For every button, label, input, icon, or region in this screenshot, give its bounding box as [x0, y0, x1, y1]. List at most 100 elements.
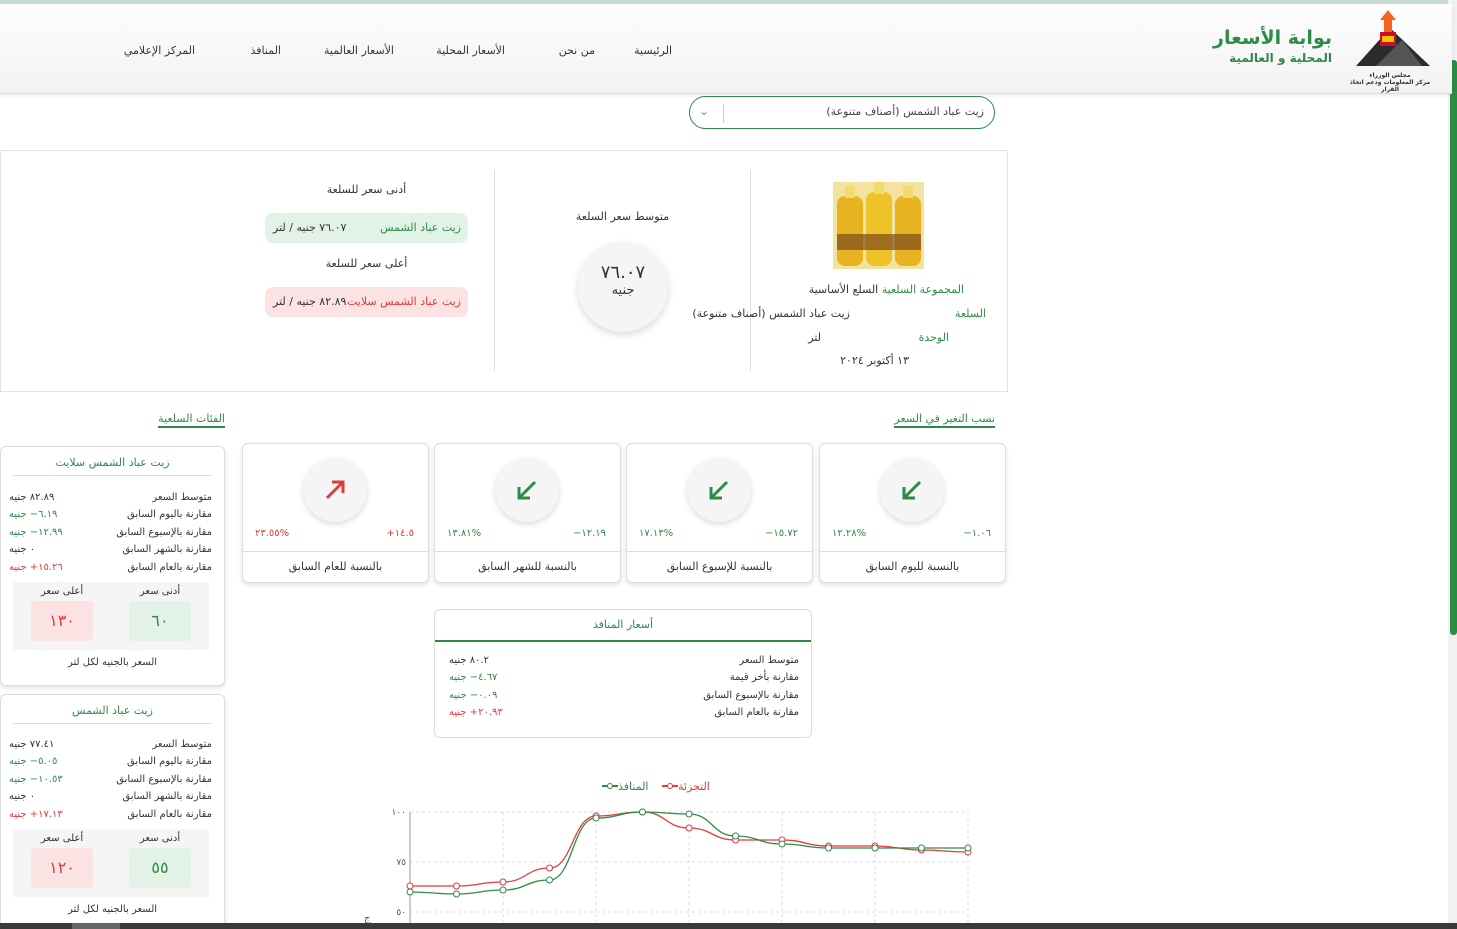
avg-price-value: ٧٦.٠٧ — [600, 262, 646, 283]
stat-row: مقارنة بالإسبوع السابق ١٢.٩٩− جنيه — [9, 527, 212, 538]
stat-row: مقارنة بالعام السابق ١٥.٢٦+ جنيه — [9, 562, 212, 573]
min-price-value: ٦٠ — [129, 601, 191, 641]
stat-row: مقارنة بالإسبوع السابق ١٠.٥٣− جنيه — [9, 774, 212, 785]
data-point — [964, 844, 972, 852]
y-tick-label: ٧٥ — [396, 858, 406, 868]
change-label: بالنسبة لليوم السابق — [865, 560, 960, 573]
change-label: بالنسبة للعام السابق — [288, 560, 383, 573]
data-point — [825, 844, 832, 852]
nav-local-prices[interactable]: الأسعار المحلية — [436, 44, 505, 57]
change-card-week: ١٥.٧٢− %١٧.١٣ بالنسبة للإسبوع السابق — [626, 443, 813, 583]
category-title: زيت عباد الشمس سلايت — [55, 456, 170, 469]
change-percent: %١٧.١٣ — [639, 528, 674, 539]
site-header: الرئيسية من نحن الأسعار المحلية الأسعار … — [0, 4, 1452, 94]
max-price-value: ١٣٠ — [31, 601, 93, 641]
commodity-select-value: زيت عباد الشمس (أصناف متنوعة) — [826, 105, 984, 118]
change-card-day: ١.٠٦− %١٢.٢٨ بالنسبة لليوم السابق — [819, 443, 1006, 583]
taskbar-tab[interactable] — [72, 923, 120, 929]
change-card-year: ١٤.٥+ %٢٣.٥٥ بالنسبة للعام السابق — [242, 443, 429, 583]
stat-row: مقارنة بالعام السابق ٢٠.٩٣+ جنيه — [449, 707, 799, 718]
change-rates-link[interactable]: نسب التغير في السعر — [894, 412, 995, 428]
data-point — [639, 808, 646, 816]
title-divider — [435, 640, 811, 642]
change-label: بالنسبة للإسبوع السابق — [666, 560, 773, 573]
nav-outlets[interactable]: المنافذ — [251, 44, 281, 57]
change-value: ١٢.١٩− — [572, 528, 606, 539]
data-point — [453, 882, 460, 890]
stat-row: مقارنة باليوم السابق ٦.١٩− جنيه — [9, 509, 212, 520]
card-divider — [627, 551, 812, 552]
summary-divider — [494, 170, 495, 372]
arrow-up-right-icon — [303, 458, 367, 522]
stat-row: مقارنة بالإسبوع السابق ٠.٠٩− جنيه — [449, 690, 799, 701]
stat-row: متوسط السعر ٨٢.٨٩ جنيه — [9, 492, 212, 503]
stat-row: متوسط السعر ٧٧.٤١ جنيه — [9, 739, 212, 750]
data-point — [778, 840, 786, 848]
min-price-value: ٧٦.٠٧ جنيه / لتر — [273, 221, 347, 234]
data-point — [732, 832, 739, 840]
stat-row: مقارنة بأخر قيمة ٤.٦٧− جنيه — [449, 672, 799, 683]
nav-about[interactable]: من نحن — [559, 44, 595, 57]
min-price-col: أدنى سعر ٦٠ — [111, 582, 209, 641]
commodity-select[interactable]: زيت عباد الشمس (أصناف متنوعة) ⌄ — [689, 96, 995, 129]
change-percent: %٢٣.٥٥ — [255, 528, 290, 539]
price-unit-note: السعر بالجنيه لكل لتر — [67, 904, 158, 915]
max-price-value: ١٢٠ — [31, 848, 93, 888]
legend-retail[interactable]: التجزئة — [662, 780, 710, 793]
arrow-down-left-icon — [880, 458, 944, 522]
group-row: المجموعة السلعية السلع الأساسية — [808, 283, 964, 296]
change-percent: %١٣.٨١ — [447, 528, 482, 539]
change-value: ١٤.٥+ — [386, 528, 414, 539]
data-point — [453, 890, 460, 898]
data-point — [592, 814, 600, 822]
nav-global-prices[interactable]: الأسعار العالمية — [324, 44, 394, 57]
date-text: ١٣ أكتوبر ٢٠٢٤ — [840, 354, 909, 367]
y-tick-label: ١٠٠ — [391, 808, 406, 818]
commodity-label: السلعة — [954, 307, 986, 320]
min-price-col: أدنى سعر ٥٥ — [111, 829, 209, 888]
stat-row: مقارنة بالشهر السابق ٠ جنيه — [9, 544, 212, 555]
data-point — [871, 844, 879, 852]
y-tick-label: ٥٠ — [396, 908, 406, 918]
brand-title: بوابة الأسعار — [1213, 27, 1332, 49]
stat-row: متوسط السعر ٨٠.٢ جنيه — [449, 655, 799, 666]
avg-price-title: متوسط سعر السلعة — [575, 210, 670, 223]
data-point — [499, 886, 507, 894]
nav-media-center[interactable]: المركز الإعلامي — [124, 44, 195, 57]
categories-link[interactable]: الفئات السلعية — [158, 412, 225, 428]
max-price-value: ٨٢.٨٩ جنيه / لتر — [273, 295, 347, 308]
logo-caption: مجلس الوزراء مركز المعلومات ودعم اتخاذ ا… — [1349, 72, 1431, 93]
scrollbar-thumb[interactable] — [1450, 60, 1457, 635]
max-price-pill: زيت عباد الشمس سلايت ٨٢.٨٩ جنيه / لتر — [265, 287, 468, 317]
max-price-col: أعلى سعر ١٢٠ — [13, 829, 111, 888]
min-price-pill: زيت عباد الشمس ٧٦.٠٧ جنيه / لتر — [265, 213, 468, 243]
data-point — [546, 876, 553, 884]
price-line-chart: ١٠٠٧٥٥٠ج — [364, 808, 972, 929]
category-card-slight: زيت عباد الشمس سلايت متوسط السعر ٨٢.٨٩ جن… — [0, 446, 225, 686]
stat-row: مقارنة بالعام السابق ١٧.١٣+ جنيه — [9, 809, 212, 820]
change-card-month: ١٢.١٩− %١٣.٨١ بالنسبة للشهر السابق — [434, 443, 621, 583]
price-unit-note: السعر بالجنيه لكل لتر — [67, 657, 158, 668]
select-separator — [723, 104, 724, 123]
nav-home[interactable]: الرئيسية — [634, 44, 672, 57]
site-brand[interactable]: بوابة الأسعار المحلية و العالمية — [1213, 26, 1332, 66]
chevron-down-icon[interactable]: ⌄ — [699, 104, 709, 118]
unit-label: الوحدة — [918, 331, 949, 344]
change-percent: %١٢.٢٨ — [832, 528, 867, 539]
data-point — [406, 882, 414, 890]
card-divider — [820, 551, 1005, 552]
unit-value: لتر — [808, 331, 821, 344]
max-price-title: أعلى سعر للسلعة — [325, 257, 408, 270]
title-divider — [13, 723, 212, 724]
max-price-name: زيت عباد الشمس سلايت — [346, 295, 461, 308]
legend-outlets[interactable]: المنافذ — [602, 780, 648, 793]
product-image — [833, 182, 924, 269]
category-title: زيت عباد الشمس — [72, 704, 153, 717]
data-point — [406, 888, 414, 896]
min-price-value: ٥٥ — [129, 848, 191, 888]
min-max-box: أدنى سعر ٦٠ أعلى سعر ١٣٠ — [13, 582, 209, 650]
max-price-col: أعلى سعر ١٣٠ — [13, 582, 111, 641]
data-point — [685, 810, 693, 818]
data-point — [546, 864, 553, 872]
title-divider — [13, 475, 212, 476]
